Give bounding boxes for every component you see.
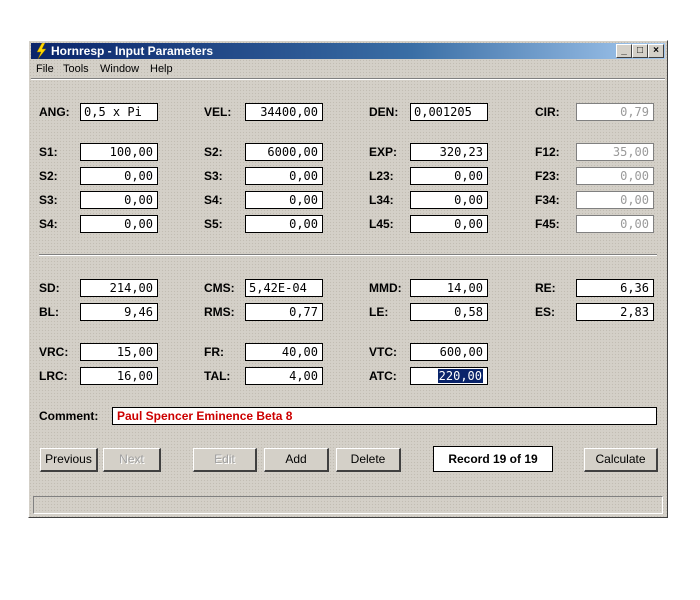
f45-label: F45: [535,217,560,231]
l23-field[interactable]: 0,00 [410,167,488,185]
cms-field[interactable]: 5,42E-04 [245,279,323,297]
den-field[interactable]: 0,001205 [410,103,488,121]
ang-field[interactable]: 0,5 x Pi [80,103,158,121]
s3-segment3-field[interactable]: 0,00 [80,191,158,209]
comment-label: Comment: [39,409,99,423]
bl-field[interactable]: 9,46 [80,303,158,321]
ang-label: ANG: [39,105,70,119]
menu-help[interactable]: Help [150,63,173,75]
input-parameters-window: Hornresp - Input Parameters _ □ × File T… [28,40,668,518]
s5-label: S5: [204,217,223,231]
sd-label: SD: [39,281,60,295]
menu-separator [31,78,665,80]
f34-field: 0,00 [576,191,654,209]
s2-segment2-field[interactable]: 0,00 [80,167,158,185]
s3-segment3-label: S3: [39,193,58,207]
lrc-label: LRC: [39,369,68,383]
es-field[interactable]: 2,83 [576,303,654,321]
exp-field[interactable]: 320,23 [410,143,488,161]
l45-field[interactable]: 0,00 [410,215,488,233]
atc-label: ATC: [369,369,397,383]
f45-field: 0,00 [576,215,654,233]
fr-field[interactable]: 40,00 [245,343,323,361]
s3-label: S3: [204,169,223,183]
l45-label: L45: [369,217,394,231]
menu-tools[interactable]: Tools [63,63,89,75]
next-button[interactable]: Next [103,448,161,472]
l34-field[interactable]: 0,00 [410,191,488,209]
atc-value: 220,00 [437,369,483,383]
vel-field[interactable]: 34400,00 [245,103,323,121]
title-bar: Hornresp - Input Parameters _ □ × [31,43,665,59]
previous-button[interactable]: Previous [40,448,98,472]
minimize-button[interactable]: _ [616,44,632,58]
le-label: LE: [369,305,389,319]
bl-label: BL: [39,305,59,319]
cms-label: CMS: [204,281,235,295]
add-button[interactable]: Add [264,448,329,472]
tal-field[interactable]: 4,00 [245,367,323,385]
l34-label: L34: [369,193,394,207]
mmd-label: MMD: [369,281,402,295]
fr-label: FR: [204,345,224,359]
status-bar [33,496,663,514]
cir-label: CIR: [535,105,560,119]
s4-label: S4: [204,193,223,207]
atc-field[interactable]: 220,00 [410,367,488,385]
f12-field: 35,00 [576,143,654,161]
s4-field[interactable]: 0,00 [245,191,323,209]
s1-field[interactable]: 100,00 [80,143,158,161]
s1-label: S1: [39,145,58,159]
vrc-label: VRC: [39,345,69,359]
es-label: ES: [535,305,556,319]
delete-button[interactable]: Delete [336,448,401,472]
menu-file[interactable]: File [36,63,54,75]
f23-label: F23: [535,169,560,183]
maximize-button[interactable]: □ [632,44,648,58]
l23-label: L23: [369,169,394,183]
calculate-button[interactable]: Calculate [584,448,658,472]
window-title: Hornresp - Input Parameters [51,44,214,58]
tal-label: TAL: [204,369,231,383]
s2-label: S2: [204,145,223,159]
s2-field[interactable]: 6000,00 [245,143,323,161]
menu-bar: File Tools Window Help [31,60,665,78]
f34-label: F34: [535,193,560,207]
comment-field[interactable]: Paul Spencer Eminence Beta 8 [112,407,657,425]
vrc-field[interactable]: 15,00 [80,343,158,361]
s5-field[interactable]: 0,00 [245,215,323,233]
s4-segment4-label: S4: [39,217,58,231]
vel-label: VEL: [204,105,232,119]
f23-field: 0,00 [576,167,654,185]
section-divider [39,254,657,256]
vtc-label: VTC: [369,345,397,359]
f12-label: F12: [535,145,560,159]
s3-field[interactable]: 0,00 [245,167,323,185]
mmd-field[interactable]: 14,00 [410,279,488,297]
cir-field: 0,79 [576,103,654,121]
re-field[interactable]: 6,36 [576,279,654,297]
menu-window[interactable]: Window [100,63,139,75]
close-button[interactable]: × [648,44,664,58]
record-indicator: Record 19 of 19 [433,446,553,472]
rms-label: RMS: [204,305,235,319]
exp-label: EXP: [369,145,398,159]
s2-segment2-label: S2: [39,169,58,183]
s4-segment4-field[interactable]: 0,00 [80,215,158,233]
rms-field[interactable]: 0,77 [245,303,323,321]
sd-field[interactable]: 214,00 [80,279,158,297]
vtc-field[interactable]: 600,00 [410,343,488,361]
edit-button[interactable]: Edit [193,448,257,472]
lrc-field[interactable]: 16,00 [80,367,158,385]
den-label: DEN: [369,105,399,119]
re-label: RE: [535,281,556,295]
le-field[interactable]: 0,58 [410,303,488,321]
lightning-bolt-icon [36,43,47,59]
